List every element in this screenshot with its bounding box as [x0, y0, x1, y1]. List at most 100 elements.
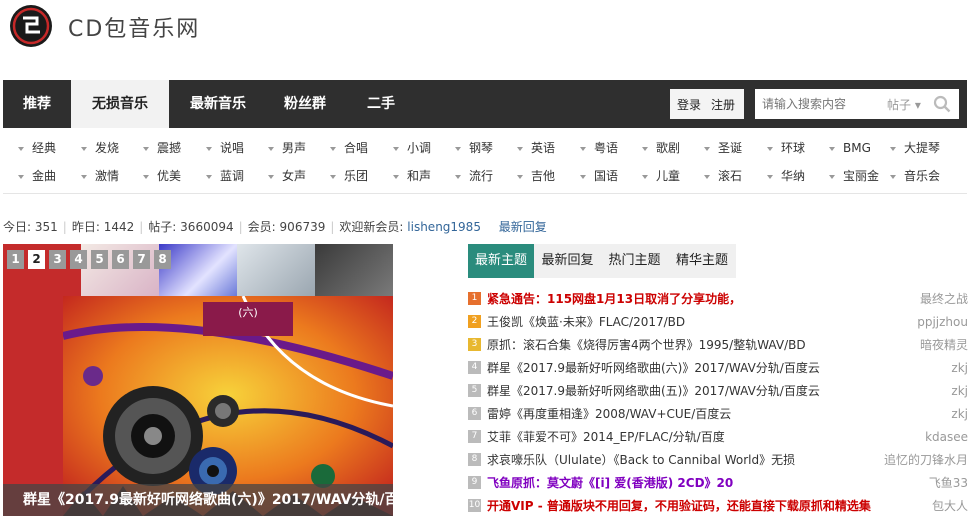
new-member-link[interactable]: lisheng1985: [407, 220, 481, 234]
genre-link[interactable]: 金曲: [18, 166, 56, 186]
topic-author-link[interactable]: 暗夜精灵: [920, 334, 968, 356]
genre-link[interactable]: 歌剧: [642, 138, 680, 158]
nav-item-fans[interactable]: 粉丝群: [267, 80, 343, 128]
site-name[interactable]: CD包音乐网: [68, 11, 200, 43]
genre-link[interactable]: 和声: [393, 166, 431, 186]
topic-row: 5 群星《2017.9最新好听网络歌曲(五)》2017/WAV分轨/百度云 zkj: [468, 380, 968, 402]
caret-down-icon: [143, 174, 149, 179]
genre-link[interactable]: 宝丽金: [829, 166, 879, 186]
latest-reply-link[interactable]: 最新回复: [499, 220, 547, 234]
topic-author-link[interactable]: 最终之战: [920, 288, 968, 310]
search-input[interactable]: [755, 89, 879, 119]
genre-link[interactable]: 女声: [268, 166, 306, 186]
genre-link[interactable]: 大提琴: [890, 138, 940, 158]
genre-link[interactable]: 蓝调: [206, 166, 244, 186]
logo-icon[interactable]: [8, 4, 54, 48]
topic-title-link[interactable]: 王俊凯《焕蓝·未来》FLAC/2017/BD: [487, 311, 685, 333]
caret-down-icon: [767, 146, 773, 151]
featured-slider[interactable]: (六) 1 2 3 4 5 6 7 8 群星《2017.9最新好听网络歌曲(六)…: [3, 244, 393, 516]
topic-title-link[interactable]: 雷婷《再度重相逢》2008/WAV+CUE/百度云: [487, 403, 731, 425]
register-link[interactable]: 注册: [711, 96, 735, 113]
slide-image: (六): [63, 296, 393, 516]
stats-today-label: 今日:: [3, 220, 32, 234]
slide-caption[interactable]: 群星《2017.9最新好听网络歌曲(六)》2017/WAV分轨/百度云: [3, 484, 393, 516]
tab-latest-topics[interactable]: 最新主题: [468, 244, 534, 278]
login-link[interactable]: 登录: [677, 96, 701, 113]
genre-link[interactable]: 乐团: [330, 166, 368, 186]
genre-link[interactable]: 说唱: [206, 138, 244, 158]
caret-down-icon: [455, 174, 461, 179]
tab-hot-topics[interactable]: 热门主题: [601, 244, 668, 278]
stats-yesterday: 1442: [103, 220, 135, 234]
genre-link[interactable]: 震撼: [143, 138, 181, 158]
genre-label: 环球: [781, 141, 806, 155]
genre-label: 乐团: [344, 169, 369, 183]
genre-link[interactable]: 英语: [517, 138, 555, 158]
genre-link[interactable]: 吉他: [517, 166, 555, 186]
genre-link[interactable]: 激情: [81, 166, 119, 186]
genre-link[interactable]: 粤语: [580, 138, 618, 158]
caret-down-icon: [268, 174, 274, 179]
topic-rank: 6: [468, 407, 481, 420]
slider-pager: 1 2 3 4 5 6 7 8: [7, 250, 171, 269]
search-scope-select[interactable]: 帖子 ▾: [887, 96, 921, 113]
stats-members: 906739: [279, 220, 326, 234]
genre-link[interactable]: 男声: [268, 138, 306, 158]
topic-author-link[interactable]: zkj: [951, 380, 968, 402]
nav-item-latest[interactable]: 最新音乐: [169, 80, 267, 128]
genre-link[interactable]: 儿童: [642, 166, 680, 186]
topic-title-link[interactable]: 开通VIP - 普通版块不用回复，不用验证码，还能直接下载原抓和精选集: [487, 495, 871, 517]
genre-link[interactable]: 小调: [393, 138, 431, 158]
topic-row: 9 飞鱼原抓：莫文蔚《[i] 爱(香港版) 2CD》20 飞鱼33: [468, 472, 968, 494]
slider-page-3[interactable]: 3: [49, 250, 66, 269]
genre-link[interactable]: BMG: [829, 138, 871, 158]
nav-item-lossless[interactable]: 无损音乐: [71, 80, 169, 128]
topic-author-link[interactable]: zkj: [951, 403, 968, 425]
nav-item-secondhand[interactable]: 二手: [343, 80, 419, 128]
slider-page-6[interactable]: 6: [112, 250, 129, 269]
genre-link[interactable]: 流行: [455, 166, 493, 186]
topic-title-link[interactable]: 紧急通告：115网盘1月13日取消了分享功能，: [487, 288, 741, 310]
genre-link[interactable]: 合唱: [330, 138, 368, 158]
genre-link[interactable]: 音乐会: [890, 166, 940, 186]
slider-page-4[interactable]: 4: [70, 250, 87, 269]
slider-page-7[interactable]: 7: [133, 250, 150, 269]
topic-row: 3 原抓：滚石合集《烧得厉害4两个世界》1995/整轨WAV/BD 暗夜精灵: [468, 334, 968, 356]
genre-link[interactable]: 钢琴: [455, 138, 493, 158]
genre-link[interactable]: 华纳: [767, 166, 805, 186]
slider-page-8[interactable]: 8: [154, 250, 171, 269]
genre-link[interactable]: 优美: [143, 166, 181, 186]
tab-featured-topics[interactable]: 精华主题: [668, 244, 736, 278]
genre-link[interactable]: 圣诞: [704, 138, 742, 158]
nav-item-recommend[interactable]: 推荐: [3, 80, 71, 128]
topic-title-link[interactable]: 群星《2017.9最新好听网络歌曲(六)》2017/WAV分轨/百度云: [487, 357, 820, 379]
genre-link[interactable]: 发烧: [81, 138, 119, 158]
genre-link[interactable]: 环球: [767, 138, 805, 158]
caret-down-icon: [704, 174, 710, 179]
topic-author-link[interactable]: 追忆的刀锋水月: [884, 449, 968, 471]
topic-title-link[interactable]: 群星《2017.9最新好听网络歌曲(五)》2017/WAV分轨/百度云: [487, 380, 820, 402]
genre-link[interactable]: 国语: [580, 166, 618, 186]
slider-page-2[interactable]: 2: [28, 250, 45, 269]
genre-link[interactable]: 经典: [18, 138, 56, 158]
topic-title-link[interactable]: 飞鱼原抓：莫文蔚《[i] 爱(香港版) 2CD》20: [487, 472, 733, 494]
slider-page-5[interactable]: 5: [91, 250, 108, 269]
slider-page-1[interactable]: 1: [7, 250, 24, 269]
topic-row: 7 艾菲《菲爱不可》2014_EP/FLAC/分轨/百度 kdasee: [468, 426, 968, 448]
search-icon[interactable]: [933, 95, 951, 113]
topic-title-link[interactable]: 原抓：滚石合集《烧得厉害4两个世界》1995/整轨WAV/BD: [487, 334, 806, 356]
topic-author-link[interactable]: zkj: [951, 357, 968, 379]
topic-title-link[interactable]: 求哀嚎乐队（Ululate）《Back to Cannibal World》无损: [487, 449, 795, 471]
genre-label: 震撼: [157, 141, 182, 155]
topic-author-link[interactable]: 飞鱼33: [929, 472, 968, 494]
stats-today: 351: [34, 220, 58, 234]
genre-link[interactable]: 滚石: [704, 166, 742, 186]
search-scope-label: 帖子: [887, 98, 912, 112]
topic-rank: 9: [468, 476, 481, 489]
topic-author-link[interactable]: kdasee: [925, 426, 968, 448]
tab-latest-replies[interactable]: 最新回复: [534, 244, 601, 278]
topic-author-link[interactable]: ppjjzhou: [917, 311, 968, 333]
caret-down-icon: [890, 146, 896, 151]
topic-title-link[interactable]: 艾菲《菲爱不可》2014_EP/FLAC/分轨/百度: [487, 426, 725, 448]
topic-author-link[interactable]: 包大人: [932, 495, 968, 517]
